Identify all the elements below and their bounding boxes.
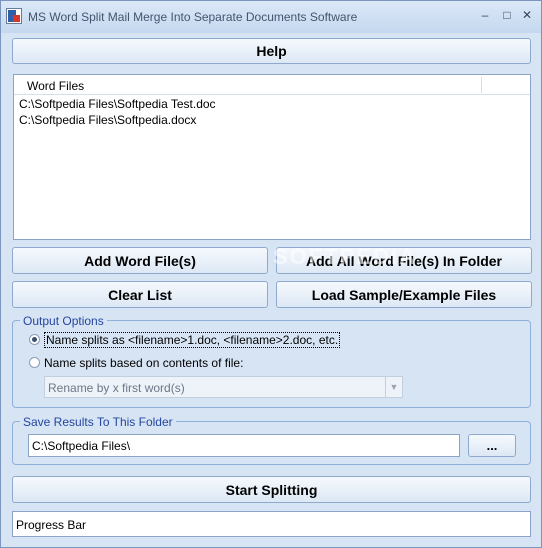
app-window: MS Word Split Mail Merge Into Separate D… [0, 0, 542, 548]
word-files-list[interactable]: Word Files C:\Softpedia Files\Softpedia … [13, 74, 531, 240]
name-by-contents-radio[interactable] [29, 357, 40, 368]
rename-select-value: Rename by x first word(s) [48, 381, 185, 395]
window-title: MS Word Split Mail Merge Into Separate D… [28, 10, 358, 24]
minimize-icon[interactable]: – [478, 9, 492, 23]
clear-list-button[interactable]: Clear List [12, 281, 268, 308]
progress-bar: Progress Bar [12, 511, 531, 537]
rename-by-words-select[interactable]: Rename by x first word(s) ▼ [44, 376, 403, 398]
load-sample-files-button[interactable]: Load Sample/Example Files [276, 281, 532, 308]
maximize-icon[interactable]: □ [500, 9, 514, 23]
browse-folder-button[interactable]: ... [468, 434, 516, 457]
list-item[interactable]: C:\Softpedia Files\Softpedia.docx [19, 113, 196, 127]
list-item[interactable]: C:\Softpedia Files\Softpedia Test.doc [19, 97, 216, 111]
column-header-word-files: Word Files [27, 79, 85, 93]
name-by-filename-label[interactable]: Name splits as <filename>1.doc, <filenam… [44, 332, 341, 348]
list-column-header[interactable]: Word Files [14, 75, 530, 95]
column-separator[interactable] [481, 77, 482, 93]
add-word-files-button[interactable]: Add Word File(s) [12, 247, 268, 274]
chevron-down-icon[interactable]: ▼ [385, 377, 402, 397]
add-all-in-folder-button[interactable]: Add All Word File(s) In Folder [276, 247, 532, 274]
title-bar: MS Word Split Mail Merge Into Separate D… [1, 1, 541, 33]
close-icon[interactable]: ✕ [520, 9, 534, 23]
progress-bar-label: Progress Bar [16, 518, 87, 532]
name-by-contents-label[interactable]: Name splits based on contents of file: [44, 356, 243, 370]
help-button[interactable]: Help [12, 38, 531, 64]
output-folder-value: C:\Softpedia Files\ [32, 439, 131, 453]
name-by-filename-radio[interactable] [29, 334, 40, 345]
start-splitting-button[interactable]: Start Splitting [12, 476, 531, 503]
output-folder-input[interactable]: C:\Softpedia Files\ [28, 434, 460, 457]
word-app-icon [6, 8, 22, 24]
save-results-legend: Save Results To This Folder [20, 415, 176, 429]
name-by-filename-text: Name splits as <filename>1.doc, <filenam… [44, 332, 341, 348]
output-options-legend: Output Options [20, 314, 107, 328]
